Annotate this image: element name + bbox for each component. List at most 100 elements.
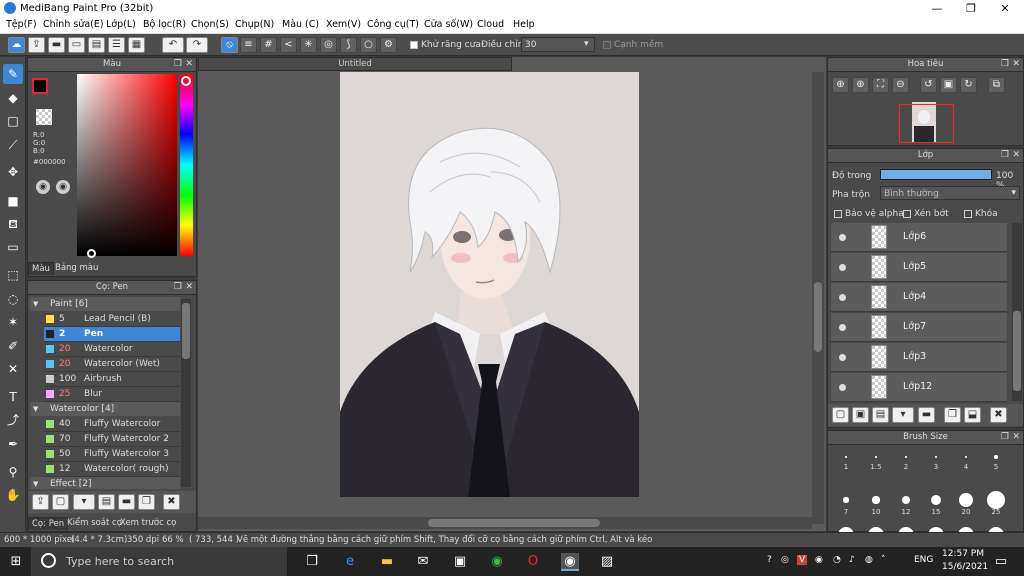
opera-icon[interactable]: O [524,553,542,571]
mail-icon[interactable]: ✉ [414,553,432,571]
circle-snap-icon[interactable]: ○ [360,37,377,53]
new-layer-icon[interactable]: ▢ [832,407,849,423]
menu-view[interactable]: Xem(V) [326,19,361,30]
folder-icon[interactable]: ▬ [118,494,135,510]
vertical-scrollbar[interactable] [812,72,824,524]
adjust-dropdown[interactable]: 30 ▾ [521,37,595,52]
visibility-eye-icon[interactable] [839,324,846,331]
brush-tool-icon[interactable]: ✎ [3,64,23,84]
brush-item[interactable]: 25 Blur [44,387,180,402]
chrome-icon[interactable]: ◉ [488,553,506,571]
snap-settings-icon[interactable]: ⚙ [380,37,397,53]
chat-icon[interactable]: ▬ [48,37,65,53]
lock-checkbox[interactable] [964,210,972,218]
rotate-left-icon[interactable]: ↺ [920,77,937,93]
brush-item[interactable]: 20 Watercolor (Wet) [44,357,180,372]
brush-item[interactable]: 70 Fluffy Watercolor 2 [44,432,180,447]
menu-edit[interactable]: Chỉnh sửa(E) [43,19,104,30]
new-brush-icon[interactable]: ▢ [52,494,69,510]
visibility-eye-icon[interactable] [839,234,846,241]
concentric-snap-icon[interactable]: ◎ [320,37,337,53]
brush-item[interactable]: 50 Fluffy Watercolor 3 [44,447,180,462]
taskbar-search[interactable]: Type here to search [31,547,287,576]
eyedropper-tool-icon[interactable]: ⚲ [3,462,23,482]
comment-icon[interactable]: ▭ [68,37,85,53]
brush-item[interactable]: 100 Airbrush [44,372,180,387]
canvas-area[interactable]: Untitled [198,57,826,531]
brush-item[interactable]: 5 Lead Pencil (B) [44,312,180,327]
horizontal-scrollbar[interactable] [198,517,812,529]
eraser-tool-icon[interactable]: ◆ [3,88,23,108]
redo-button[interactable]: ↷ [186,37,208,53]
undo-button[interactable]: ↶ [162,37,184,53]
menu-help[interactable]: Help [513,19,535,30]
line-tool-icon[interactable]: ⟋ [3,135,23,155]
brush-size-dot[interactable] [934,455,938,459]
cross-snap-icon[interactable]: # [260,37,277,53]
hue-cursor[interactable] [181,76,191,86]
float-icon[interactable]: ❐ [1001,431,1009,444]
edge-browser-icon[interactable]: e [341,553,359,571]
tray-app-icon[interactable]: ◉ [815,555,823,565]
tab-color[interactable]: Màu [28,262,54,275]
brush-group[interactable]: ▼ Watercolor [4] [30,402,180,416]
brush-size-dot[interactable] [875,456,877,458]
flip-icon[interactable]: ▣ [940,77,957,93]
tab-brush-pen[interactable]: Cọ: Pen [28,517,69,530]
brush-item[interactable]: 40 Fluffy Watercolor [44,417,180,432]
keyboard-language[interactable]: ENG [914,555,933,565]
palette-icon[interactable]: ◉ [36,180,50,194]
brush-size-dot[interactable] [930,494,942,506]
layer-scroll-thumb[interactable] [1013,311,1021,391]
duplicate-icon[interactable]: ❐ [138,494,155,510]
menu-color[interactable]: Màu (C) [282,19,319,30]
visibility-eye-icon[interactable] [839,264,846,271]
fit-window-icon[interactable]: ⛶ [872,77,889,93]
close-panel-icon[interactable]: ✕ [1012,149,1020,162]
tab-palette[interactable]: Bảng màu [52,262,101,274]
menu-cloud[interactable]: Cloud [477,19,504,30]
delete-layer-icon[interactable]: ✖ [990,407,1007,423]
visibility-eye-icon[interactable] [839,354,846,361]
foreground-color-swatch[interactable] [32,78,48,94]
select-rect-icon[interactable]: ⬚ [3,265,23,285]
restore-button[interactable]: ❐ [954,0,988,17]
minimize-button[interactable]: — [920,0,954,17]
float-icon[interactable]: ❐ [174,281,182,294]
navigator-settings-icon[interactable]: ⧉ [988,77,1005,93]
layer-add-menu-icon[interactable]: ▾ [892,407,914,423]
select-eraser-icon[interactable]: ✕ [3,359,23,379]
opacity-slider[interactable] [880,169,992,180]
blend-mode-dropdown[interactable]: Bình thường ▾ [880,186,1020,200]
hue-slider[interactable] [180,74,193,256]
brush-size-dot[interactable] [901,495,911,505]
layer-row[interactable]: Lớp3 [831,343,1007,372]
tab-brush-control[interactable]: Kiểm soát cọ [64,517,125,529]
brush-item[interactable]: 12 Watercolor( rough) [44,462,180,477]
brush-group[interactable]: ▼ Paint [6] [30,297,180,311]
operation-tool-icon[interactable]: ⤴ [3,410,23,430]
hscroll-thumb[interactable] [428,519,600,527]
menu-window[interactable]: Cửa số(W) [424,19,473,30]
float-icon[interactable]: ❐ [1001,149,1009,162]
brush-folder-icon[interactable]: ▤ [98,494,115,510]
task-view-icon[interactable]: ❐ [303,553,321,571]
canvas-artwork[interactable] [340,72,639,497]
help-tray-icon[interactable]: ? [767,555,772,565]
grid-icon[interactable]: ▦ [128,37,145,53]
clock-date[interactable]: 15/6/2021 [942,562,988,572]
brush-size-dot[interactable] [905,456,907,458]
hand-tool-icon[interactable]: ✋ [3,485,23,505]
store-icon[interactable]: ▣ [451,553,469,571]
dot-tool-icon[interactable]: □ [3,111,23,131]
menu-tools[interactable]: Công cụ(T) [367,19,419,30]
layer-folder-icon[interactable]: ▬ [918,407,935,423]
soft-edge-checkbox[interactable] [603,41,611,49]
antialias-checkbox[interactable] [410,41,418,49]
clip-checkbox[interactable] [903,210,911,218]
document-tab[interactable]: Untitled [198,57,512,71]
duplicate-layer-icon[interactable]: ❐ [944,407,961,423]
windows-start-icon[interactable]: ⊞ [7,553,25,571]
brush-list-scrollbar[interactable] [181,299,191,487]
upload-icon[interactable]: ⇪ [28,37,45,53]
